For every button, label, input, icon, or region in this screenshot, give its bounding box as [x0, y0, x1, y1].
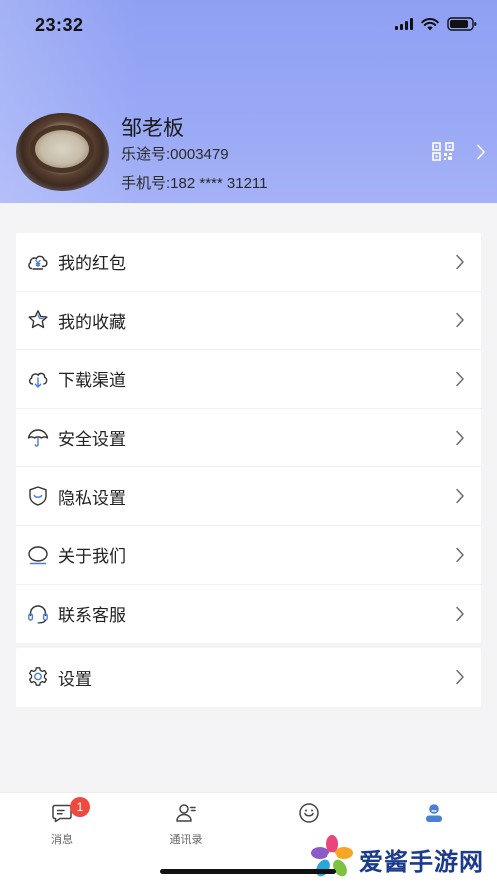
menu-item-privacy-settings[interactable]: 隐私设置 — [16, 467, 481, 526]
menu-item-label: 设置 — [58, 669, 92, 689]
chevron-right-icon — [456, 488, 464, 504]
menu-item-about-us[interactable]: 关于我们 — [16, 526, 481, 585]
menu-item-label: 隐私设置 — [58, 488, 126, 508]
menu-item-label: 我的收藏 — [58, 312, 126, 332]
qr-code-icon[interactable] — [432, 142, 454, 161]
user-icon — [426, 804, 442, 822]
menu-item-favorites[interactable]: 我的收藏 — [16, 292, 481, 351]
user-name: 邹老板 — [121, 117, 184, 140]
umbrella-icon — [27, 428, 49, 447]
info-bubble-icon — [28, 546, 48, 564]
tab-messages[interactable]: 1 消息 — [22, 797, 102, 847]
headset-icon — [28, 605, 48, 624]
avatar-bowl-image — [30, 125, 94, 173]
chevron-right-icon — [456, 670, 464, 685]
status-bar: 23:32 — [0, 0, 497, 50]
menu-item-label: 联系客服 — [58, 606, 126, 626]
menu-item-label: 安全设置 — [58, 430, 126, 450]
menu-item-label: 关于我们 — [58, 547, 126, 567]
watermark-overlay: 爱酱手游网 — [300, 829, 497, 883]
user-phone: 手机号:182 **** 31211 — [121, 175, 268, 192]
contacts-icon — [176, 804, 196, 822]
profile-header: 23:32 邹老板 乐途号:0003479 手机号:182 **** 31211 — [0, 0, 497, 203]
star-icon — [28, 310, 48, 329]
menu-item-label: 下载渠道 — [58, 371, 126, 391]
red-envelope-icon — [28, 255, 48, 270]
tab-contacts[interactable]: 通讯录 — [146, 801, 226, 847]
menu-item-label: 我的红包 — [58, 254, 126, 274]
menu-item-red-envelope[interactable]: 我的红包 — [16, 233, 481, 292]
shield-icon — [29, 486, 47, 506]
status-time: 23:32 — [35, 15, 84, 35]
battery-icon — [447, 17, 477, 31]
chevron-right-icon — [456, 547, 464, 562]
tab-label: 通讯录 — [169, 834, 203, 846]
chevron-right-icon — [456, 606, 464, 622]
menu-item-customer-service[interactable]: 联系客服 — [16, 585, 481, 644]
chevron-right-icon — [456, 430, 464, 445]
home-indicator — [160, 869, 336, 874]
wifi-icon — [421, 17, 439, 31]
chevron-right-icon — [456, 313, 464, 328]
menu-item-security-settings[interactable]: 安全设置 — [16, 409, 481, 468]
chevron-right-icon — [456, 254, 464, 269]
menu-item-download-channel[interactable]: 下载渠道 — [16, 350, 481, 409]
status-icons — [395, 17, 477, 31]
menu-item-settings[interactable]: 设置 — [16, 648, 481, 707]
chevron-right-icon — [456, 371, 464, 387]
profile-chevron-right-icon[interactable] — [476, 144, 486, 160]
signal-icon — [395, 18, 413, 30]
cloud-download-icon — [29, 372, 48, 388]
watermark-text: 爱酱手游网 — [359, 848, 484, 876]
unread-badge: 1 — [70, 797, 90, 817]
gear-icon — [28, 667, 48, 687]
tab-label: 消息 — [51, 834, 73, 846]
user-id: 乐途号:0003479 — [121, 146, 229, 163]
menu-card: 我的红包 我的收藏 下载渠道 安全设置 隐私设置 关于我们 联系客服 — [16, 233, 481, 643]
settings-card: 设置 — [16, 648, 481, 707]
smile-icon — [299, 803, 319, 823]
avatar[interactable] — [16, 113, 109, 191]
